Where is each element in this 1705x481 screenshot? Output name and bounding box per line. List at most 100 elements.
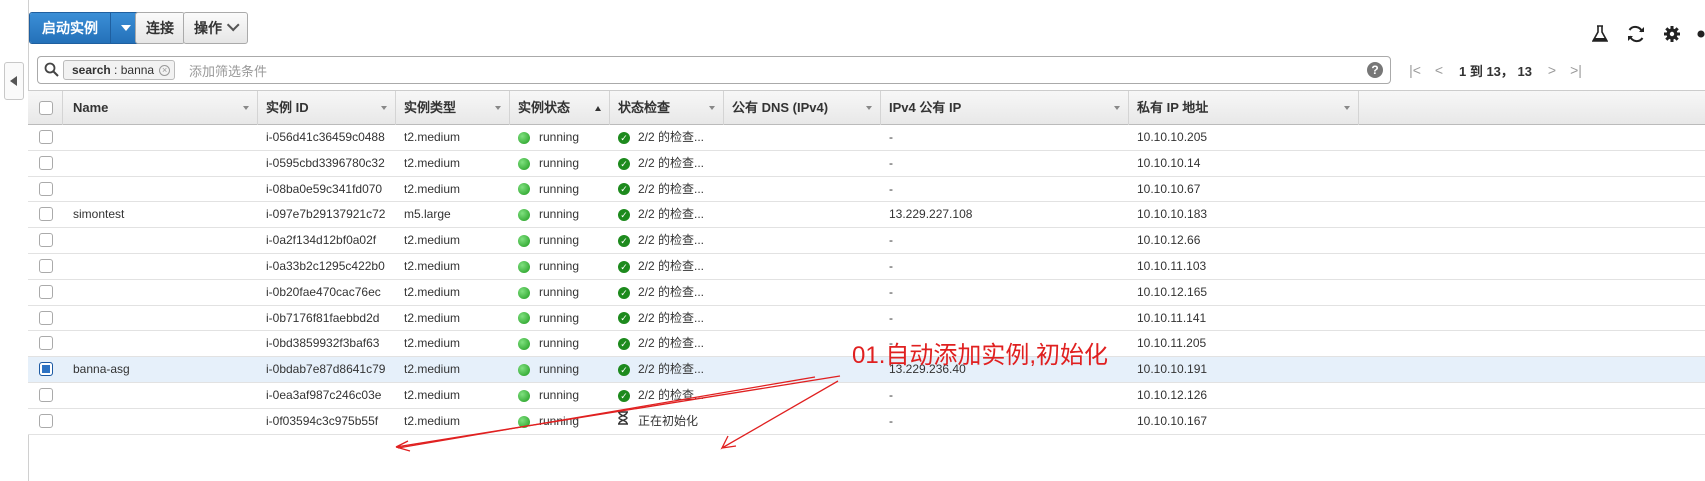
id-text: i-0a33b2c1295c422b0 bbox=[266, 258, 385, 273]
column-instance-state[interactable]: 实例状态 bbox=[510, 91, 610, 125]
row-checkbox[interactable] bbox=[39, 310, 53, 325]
cell-id: i-0a33b2c1295c422b0 bbox=[258, 254, 396, 279]
type-text: t2.medium bbox=[404, 413, 461, 428]
cell-check: ✓ 2/2 的检查... bbox=[610, 383, 724, 408]
cell-public-ip: - bbox=[881, 125, 1129, 150]
type-text: t2.medium bbox=[404, 233, 461, 248]
private-ip-text: 10.10.12.126 bbox=[1137, 387, 1208, 402]
cell-type: t2.medium bbox=[396, 409, 510, 434]
type-text: t2.medium bbox=[404, 284, 461, 299]
row-checkbox[interactable] bbox=[39, 387, 53, 402]
row-checkbox[interactable] bbox=[39, 258, 53, 273]
state-text: running bbox=[539, 233, 580, 248]
cell-dns bbox=[724, 383, 881, 408]
row-checkbox[interactable] bbox=[39, 336, 53, 351]
cell-state: running bbox=[510, 409, 610, 434]
cell-public-ip: - bbox=[881, 306, 1129, 331]
public-ip-text: - bbox=[889, 155, 893, 170]
last-page-icon[interactable]: >| bbox=[1564, 62, 1588, 78]
cell-type: t2.medium bbox=[396, 151, 510, 176]
refresh-icon[interactable] bbox=[1625, 23, 1647, 45]
check-text: 2/2 的检查... bbox=[638, 155, 705, 170]
prev-page-icon[interactable]: < bbox=[1427, 62, 1451, 78]
filter-input[interactable] bbox=[187, 60, 1191, 82]
id-text: i-08ba0e59c341fd070 bbox=[266, 181, 383, 196]
table-row[interactable]: i-0f03594c3c975b55f t2.medium running 正在初始化… bbox=[28, 408, 1705, 435]
check-text: 2/2 的检查... bbox=[638, 233, 705, 248]
table-row[interactable]: i-056d41c36459c0488 t2.medium running ✓ 2/2 … bbox=[28, 125, 1705, 151]
table-row[interactable]: i-0a33b2c1295c422b0 t2.medium running ✓ 2/2 … bbox=[28, 253, 1705, 280]
launch-instance-button[interactable]: 启动实例 bbox=[30, 13, 110, 43]
cell-private-ip: 10.10.12.126 bbox=[1129, 383, 1359, 408]
running-status-icon bbox=[518, 415, 530, 428]
row-checkbox[interactable] bbox=[39, 130, 53, 144]
id-text: i-0f03594c3c975b55f bbox=[266, 413, 379, 428]
question-icon[interactable]: ? bbox=[1367, 62, 1383, 78]
private-ip-text: 10.10.12.66 bbox=[1137, 233, 1201, 248]
state-text: running bbox=[539, 130, 580, 144]
cell-id: i-056d41c36459c0488 bbox=[258, 125, 396, 150]
cell-id: i-0595cbd3396780c32 bbox=[258, 151, 396, 176]
cell-state: running bbox=[510, 306, 610, 331]
row-checkbox[interactable] bbox=[39, 181, 53, 196]
row-checkbox[interactable] bbox=[39, 155, 53, 170]
id-text: i-0595cbd3396780c32 bbox=[266, 155, 385, 170]
next-page-icon[interactable]: > bbox=[1540, 62, 1564, 78]
collapse-sidebar-button[interactable] bbox=[4, 62, 24, 100]
cell-public-ip: - bbox=[881, 280, 1129, 305]
column-public-dns[interactable]: 公有 DNS (IPv4) bbox=[724, 91, 881, 125]
check-passed-icon: ✓ bbox=[618, 131, 630, 144]
cell-name: simontest bbox=[63, 202, 258, 227]
column-instance-type[interactable]: 实例类型 bbox=[396, 91, 510, 125]
first-page-icon[interactable]: |< bbox=[1403, 62, 1427, 78]
table-row[interactable]: i-0ea3af987c246c03e t2.medium running ✓ 2/2 … bbox=[28, 382, 1705, 409]
table-row[interactable]: i-0b7176f81faebbd2d t2.medium running ✓ 2/2 … bbox=[28, 305, 1705, 332]
row-checkbox[interactable] bbox=[39, 362, 53, 377]
cell-name bbox=[63, 125, 258, 150]
type-text: t2.medium bbox=[404, 336, 461, 351]
cell-id: i-0ea3af987c246c03e bbox=[258, 383, 396, 408]
column-name[interactable]: Name bbox=[63, 91, 258, 125]
row-checkbox[interactable] bbox=[39, 207, 53, 222]
gear-icon[interactable] bbox=[1661, 23, 1683, 45]
actions-button[interactable]: 操作 bbox=[183, 12, 248, 44]
table-row[interactable]: i-0595cbd3396780c32 t2.medium running ✓ 2/2 … bbox=[28, 150, 1705, 177]
table-row[interactable]: simontest i-097e7b29137921c72 m5.large runn… bbox=[28, 202, 1705, 229]
help-icon[interactable] bbox=[1697, 23, 1705, 45]
row-checkbox[interactable] bbox=[39, 413, 53, 428]
state-text: running bbox=[539, 362, 580, 377]
check-text: 2/2 的检查... bbox=[638, 181, 705, 196]
column-private-ip[interactable]: 私有 IP 地址 bbox=[1129, 91, 1359, 125]
table-row[interactable]: i-0b20fae470cac76ec t2.medium running ✓ 2/2 … bbox=[28, 279, 1705, 306]
column-public-ip[interactable]: IPv4 公有 IP bbox=[881, 91, 1129, 125]
instances-table: Name 实例 ID 实例类型 实例状态 状态检查 公有 DNS (IPv4) … bbox=[28, 90, 1705, 435]
check-text: 正在初始化 bbox=[638, 413, 699, 428]
flask-icon[interactable] bbox=[1589, 23, 1611, 45]
id-text: i-0bd3859932f3baf63 bbox=[266, 336, 380, 351]
connect-button[interactable]: 连接 bbox=[135, 12, 185, 44]
remove-filter-icon[interactable]: × bbox=[159, 65, 171, 76]
cell-dns bbox=[724, 202, 881, 227]
cell-state: running bbox=[510, 331, 610, 356]
cell-id: i-08ba0e59c341fd070 bbox=[258, 177, 396, 202]
table-row[interactable]: i-0a2f134d12bf0a02f t2.medium running ✓ 2/2 … bbox=[28, 228, 1705, 254]
check-passed-icon: ✓ bbox=[618, 389, 630, 402]
check-text: 2/2 的检查... bbox=[638, 130, 705, 144]
table-row[interactable]: i-08ba0e59c341fd070 t2.medium running ✓ 2/2 … bbox=[28, 176, 1705, 203]
row-checkbox[interactable] bbox=[39, 233, 53, 248]
sort-icon bbox=[1114, 106, 1120, 110]
cell-dns bbox=[724, 177, 881, 202]
state-text: running bbox=[539, 310, 580, 325]
filter-token[interactable]: search : banna × bbox=[63, 60, 176, 80]
row-checkbox[interactable] bbox=[39, 284, 53, 299]
sort-icon bbox=[866, 106, 872, 110]
column-status-checks[interactable]: 状态检查 bbox=[610, 91, 724, 125]
search-icon bbox=[44, 62, 59, 82]
cell-state: running bbox=[510, 202, 610, 227]
column-instance-id[interactable]: 实例 ID bbox=[258, 91, 396, 125]
check-text: 2/2 的检查... bbox=[638, 258, 705, 273]
cell-state: running bbox=[510, 125, 610, 150]
check-passed-icon: ✓ bbox=[618, 157, 630, 170]
check-text: 2/2 的检查... bbox=[638, 362, 705, 377]
select-all-checkbox[interactable] bbox=[39, 101, 53, 115]
